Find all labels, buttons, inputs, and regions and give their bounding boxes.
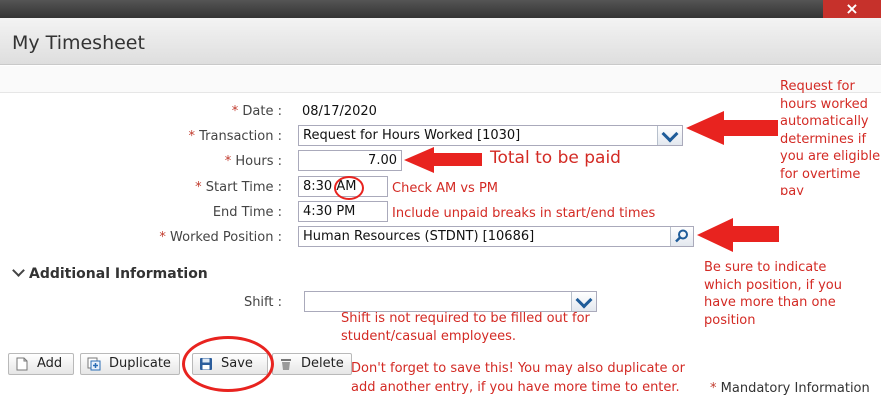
transaction-dropdown-button[interactable] — [657, 125, 682, 145]
shift-note: Shift is not required to be filled out f… — [341, 311, 590, 344]
ampm-note: Check AM vs PM — [392, 181, 499, 196]
transaction-label: * Transaction : — [188, 129, 282, 144]
mandatory-info: * Mandatory Information — [710, 381, 870, 396]
worked-position-label: * Worked Position : — [159, 230, 282, 245]
additional-info-label: Additional Information — [29, 266, 208, 282]
duplicate-button[interactable]: Duplicate — [80, 353, 180, 375]
toolbar-band — [0, 66, 881, 93]
search-icon — [675, 229, 688, 243]
shift-label: Shift : — [243, 295, 282, 310]
breaks-note: Include unpaid breaks in start/end times — [392, 206, 656, 221]
window-top-bar — [0, 0, 881, 18]
shift-dropdown-button[interactable] — [571, 291, 596, 311]
start-time-label: * Start Time : — [195, 180, 282, 195]
date-label: * Date : — [231, 104, 282, 119]
save-note: Don't forget to save this! You may also … — [351, 361, 685, 395]
close-button[interactable]: × — [823, 0, 881, 18]
chevron-down-icon — [12, 264, 25, 277]
transaction-value: Request for Hours Worked [1030] — [303, 128, 521, 143]
duplicate-icon — [87, 357, 101, 371]
delete-button[interactable]: Delete — [272, 353, 352, 375]
hours-label: * Hours : — [224, 154, 282, 169]
end-time-label: End Time : — [212, 205, 282, 220]
chevron-down-icon — [661, 125, 679, 143]
hours-input[interactable]: 7.00 — [298, 150, 402, 171]
page-title: My Timesheet — [12, 32, 145, 54]
chevron-down-icon — [575, 291, 593, 309]
total-note: Total to be paid — [490, 148, 621, 168]
ampm-highlight-circle — [334, 176, 364, 200]
end-time-input[interactable]: 4:30 PM — [298, 201, 388, 222]
worked-position-value: Human Resources (STDNT) [10686] — [303, 229, 535, 244]
additional-info-toggle[interactable]: Additional Information — [12, 264, 208, 282]
date-value: 08/17/2020 — [302, 104, 377, 119]
save-highlight-circle — [182, 336, 274, 392]
position-search-button[interactable] — [670, 227, 693, 246]
shift-select[interactable] — [304, 291, 597, 312]
worked-position-input[interactable]: Human Resources (STDNT) [10686] — [298, 226, 694, 247]
position-note: Be sure to indicate which position, if y… — [704, 260, 842, 328]
add-button[interactable]: Add — [8, 353, 74, 375]
add-document-icon — [16, 357, 28, 371]
overtime-note: Request for hours worked automatically d… — [780, 79, 881, 195]
transaction-select[interactable]: Request for Hours Worked [1030] — [298, 125, 683, 146]
trash-icon — [281, 359, 291, 370]
